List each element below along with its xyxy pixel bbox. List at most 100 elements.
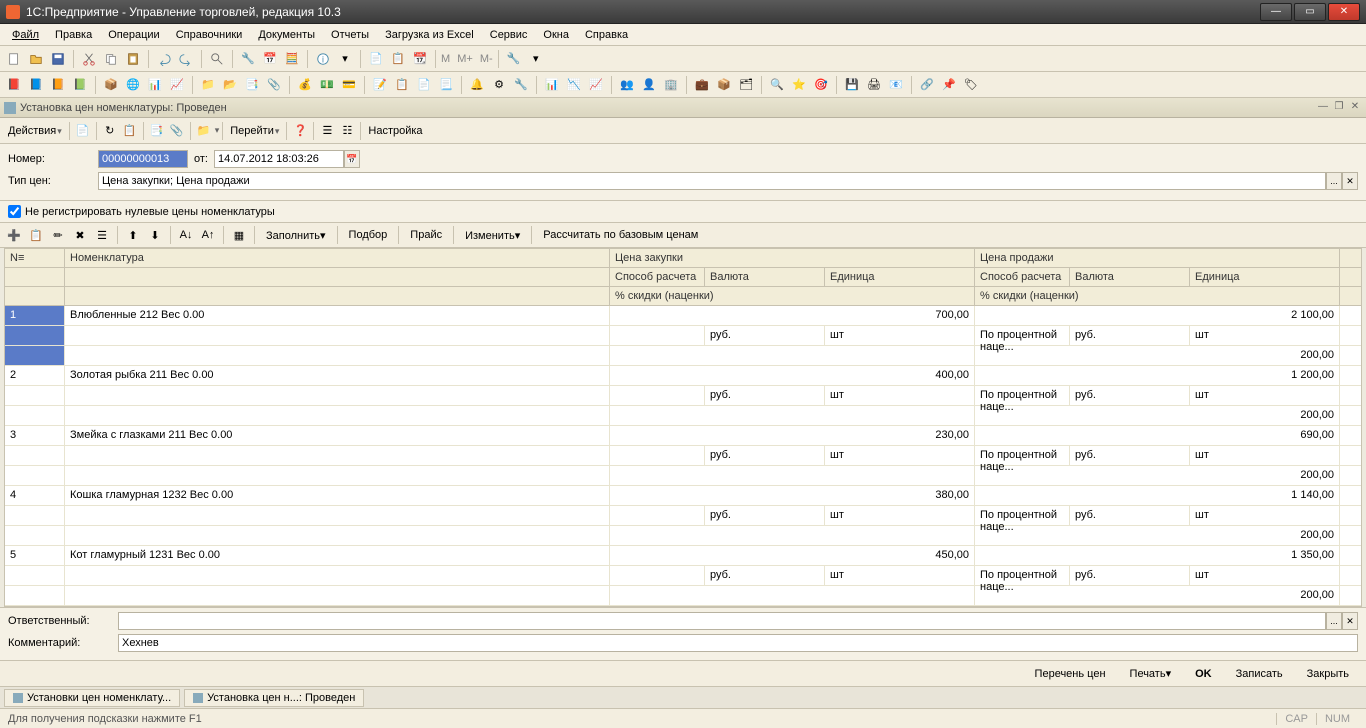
tb2-icon[interactable]: 🔍 <box>767 75 787 95</box>
menu-file[interactable]: Файл <box>4 27 47 43</box>
resp-clear-button[interactable]: ✕ <box>1342 612 1358 630</box>
tb2-icon[interactable]: 🏢 <box>661 75 681 95</box>
ok-button[interactable]: OK <box>1186 664 1221 684</box>
dropdown2-icon[interactable]: ▾ <box>526 49 546 69</box>
sheet-icon[interactable]: 📋 <box>388 49 408 69</box>
table-row[interactable]: 200,00 <box>5 586 1361 606</box>
menu-windows[interactable]: Окна <box>535 27 577 43</box>
minimize-button[interactable]: — <box>1260 3 1292 21</box>
table-row[interactable]: 4 Кошка гламурная 1232 Вес 0.00 380,00 1… <box>5 486 1361 506</box>
menu-documents[interactable]: Документы <box>250 27 323 43</box>
resp-select-button[interactable]: ... <box>1326 612 1342 630</box>
tb2-icon[interactable]: 🔔 <box>467 75 487 95</box>
tb2-icon[interactable]: 📈 <box>586 75 606 95</box>
responsible-field[interactable] <box>118 612 1326 630</box>
doc-close-button[interactable]: ✕ <box>1348 101 1362 115</box>
price-grid[interactable]: N≡ Номенклатура Цена закупки Цена продаж… <box>4 248 1362 607</box>
tb2-icon[interactable]: 🔗 <box>917 75 937 95</box>
tb2-icon[interactable]: 📗 <box>70 75 90 95</box>
tb2-icon[interactable]: 🌐 <box>123 75 143 95</box>
edit-row-icon[interactable]: ✏ <box>48 225 68 245</box>
table-row[interactable]: руб. шт По процентной наце... руб. шт <box>5 326 1361 346</box>
save-button[interactable]: Записать <box>1227 664 1292 684</box>
copy-icon[interactable] <box>101 49 121 69</box>
help-icon[interactable]: ❓ <box>290 121 310 141</box>
table-row[interactable]: 1 Влюбленные 212 Вес 0.00 700,00 2 100,0… <box>5 306 1361 326</box>
col-discount[interactable]: % скидки (наценки) <box>610 287 975 305</box>
type-field[interactable] <box>98 172 1326 190</box>
table-row[interactable]: руб. шт По процентной наце... руб. шт <box>5 386 1361 406</box>
tb2-icon[interactable]: 📊 <box>145 75 165 95</box>
tb2-icon[interactable]: 📑 <box>242 75 262 95</box>
tb2-icon[interactable]: 📧 <box>886 75 906 95</box>
number-field[interactable] <box>98 150 188 168</box>
col-index[interactable]: N≡ <box>5 249 65 267</box>
table-row[interactable]: руб. шт По процентной наце... руб. шт <box>5 506 1361 526</box>
dtb-icon[interactable]: 📋 <box>120 121 140 141</box>
price-button[interactable]: Прайс <box>404 227 448 243</box>
menu-reports[interactable]: Отчеты <box>323 27 377 43</box>
tb2-icon[interactable]: 💼 <box>692 75 712 95</box>
sort-desc-icon[interactable]: A↑ <box>198 225 218 245</box>
tb2-icon[interactable]: 📕 <box>4 75 24 95</box>
table-row[interactable]: 200,00 <box>5 346 1361 366</box>
move-down-icon[interactable]: ⬇ <box>145 225 165 245</box>
menu-directories[interactable]: Справочники <box>168 27 251 43</box>
copy-row-icon[interactable]: 📋 <box>26 225 46 245</box>
cut-icon[interactable] <box>79 49 99 69</box>
table-row[interactable]: 200,00 <box>5 466 1361 486</box>
pricelist-button[interactable]: Перечень цен <box>1026 664 1115 684</box>
paste-icon[interactable] <box>123 49 143 69</box>
calendar-icon[interactable]: 📅 <box>260 49 280 69</box>
tb2-icon[interactable]: 🔧 <box>511 75 531 95</box>
tb2-icon[interactable]: 🖨 <box>864 75 884 95</box>
dtb-icon[interactable]: ↻ <box>100 121 120 141</box>
settings-button[interactable]: Настройка <box>364 125 426 137</box>
tb2-icon[interactable]: 👥 <box>617 75 637 95</box>
tb2-icon[interactable]: ⚙ <box>489 75 509 95</box>
tb2-icon[interactable]: 📦 <box>714 75 734 95</box>
dropdown1-icon[interactable]: ▾ <box>335 49 355 69</box>
sort-asc-icon[interactable]: A↓ <box>176 225 196 245</box>
table-row[interactable]: руб. шт По процентной наце... руб. шт <box>5 566 1361 586</box>
tb2-icon[interactable]: 📝 <box>370 75 390 95</box>
menu-excel[interactable]: Загрузка из Excel <box>377 27 482 43</box>
info-icon[interactable]: i <box>313 49 333 69</box>
dtb-icon[interactable]: ☰ <box>317 121 337 141</box>
dtb-icon[interactable]: 📁 <box>194 121 214 141</box>
undo-icon[interactable] <box>154 49 174 69</box>
add-row-icon[interactable]: ➕ <box>4 225 24 245</box>
tb2-icon[interactable]: 💵 <box>317 75 337 95</box>
tb2-icon[interactable]: 📙 <box>48 75 68 95</box>
tb2-icon[interactable]: 🎯 <box>811 75 831 95</box>
col-nomenclature[interactable]: Номенклатура <box>65 249 610 267</box>
barcode-icon[interactable]: ▦ <box>229 225 249 245</box>
tb2-icon[interactable]: 📋 <box>392 75 412 95</box>
dtb-icon[interactable]: 📎 <box>167 121 187 141</box>
table-row[interactable]: 3 Змейка с глазками 211 Вес 0.00 230,00 … <box>5 426 1361 446</box>
tb2-icon[interactable]: 📘 <box>26 75 46 95</box>
date-icon[interactable]: 📆 <box>410 49 430 69</box>
menu-edit[interactable]: Правка <box>47 27 100 43</box>
tb2-icon[interactable]: 📦 <box>101 75 121 95</box>
doc-min-button[interactable]: — <box>1316 101 1330 115</box>
goto-menu[interactable]: Перейти▾ <box>226 125 283 137</box>
fill-button[interactable]: Заполнить▾ <box>260 227 332 244</box>
col-unit[interactable]: Единица <box>1190 268 1340 286</box>
tb2-icon[interactable]: 📃 <box>436 75 456 95</box>
table-row[interactable]: 200,00 <box>5 526 1361 546</box>
recalc-button[interactable]: Рассчитать по базовым ценам <box>537 227 704 243</box>
calc-icon[interactable]: 🧮 <box>282 49 302 69</box>
dtb-icon[interactable]: 📄 <box>73 121 93 141</box>
redo-icon[interactable] <box>176 49 196 69</box>
table-row[interactable]: руб. шт По процентной наце... руб. шт <box>5 446 1361 466</box>
print-button[interactable]: Печать▾ <box>1121 663 1181 684</box>
new-icon[interactable] <box>4 49 24 69</box>
menu-service[interactable]: Сервис <box>482 27 536 43</box>
wrench-icon[interactable]: 🔧 <box>504 49 524 69</box>
tb2-icon[interactable]: 🗂 <box>736 75 756 95</box>
table-row[interactable]: 5 Кот гламурный 1231 Вес 0.00 450,00 1 3… <box>5 546 1361 566</box>
col-purchase-price[interactable]: Цена закупки <box>610 249 975 267</box>
gtb-icon[interactable]: ☰ <box>92 225 112 245</box>
tb2-icon[interactable]: 👤 <box>639 75 659 95</box>
